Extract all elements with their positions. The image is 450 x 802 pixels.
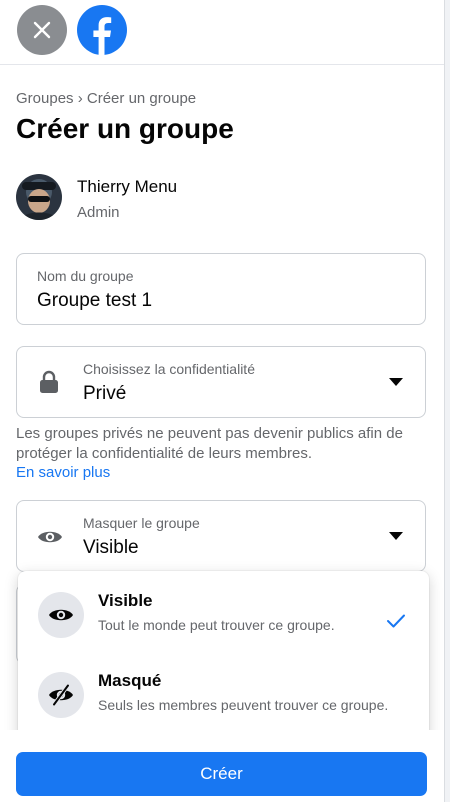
option-title: Visible [98, 591, 153, 610]
option-description: Tout le monde peut trouver ce groupe. [98, 617, 335, 633]
lock-icon [39, 370, 59, 399]
top-bar [0, 0, 444, 65]
breadcrumb-separator: › [77, 90, 83, 107]
close-icon [33, 21, 51, 39]
group-name-value[interactable]: Groupe test 1 [37, 290, 152, 312]
close-button[interactable] [17, 5, 67, 55]
chevron-down-icon [389, 532, 403, 540]
scrollbar-track[interactable] [444, 0, 450, 802]
eye-icon [38, 592, 84, 638]
eye-icon [37, 529, 63, 550]
group-name-label: Nom du groupe [37, 268, 134, 284]
visibility-dropdown: Visible Tout le monde peut trouver ce gr… [18, 571, 429, 751]
facebook-logo-icon[interactable] [77, 5, 127, 56]
visibility-label: Masquer le groupe [83, 515, 200, 531]
breadcrumb: Groupes › Créer un groupe [16, 90, 196, 107]
privacy-select[interactable]: Choisissez la confidentialité Privé [16, 346, 426, 418]
visibility-select[interactable]: Masquer le groupe Visible [16, 500, 426, 572]
visibility-option-visible[interactable]: Visible Tout le monde peut trouver ce gr… [18, 577, 429, 661]
privacy-help-text: Les groupes privés ne peuvent pas deveni… [16, 425, 403, 462]
create-button[interactable]: Créer [16, 752, 427, 796]
visibility-value: Visible [83, 537, 139, 558]
option-description: Seuls les membres peuvent trouver ce gro… [98, 697, 389, 713]
chevron-down-icon [389, 378, 403, 386]
page-title: Créer un groupe [16, 113, 234, 144]
admin-role: Admin [77, 204, 120, 221]
learn-more-link[interactable]: En savoir plus [16, 464, 110, 481]
option-title: Masqué [98, 671, 162, 690]
group-name-field[interactable]: Nom du groupe Groupe test 1 [16, 253, 426, 325]
privacy-value: Privé [83, 383, 127, 404]
eye-slash-icon [38, 672, 84, 718]
admin-name: Thierry Menu [77, 177, 178, 196]
breadcrumb-current: Créer un groupe [86, 90, 197, 107]
privacy-label: Choisissez la confidentialité [83, 361, 255, 377]
breadcrumb-parent[interactable]: Groupes [16, 90, 74, 107]
checkmark-icon [386, 613, 406, 634]
visibility-option-hidden[interactable]: Masqué Seuls les membres peuvent trouver… [18, 657, 429, 741]
avatar[interactable] [16, 174, 62, 220]
